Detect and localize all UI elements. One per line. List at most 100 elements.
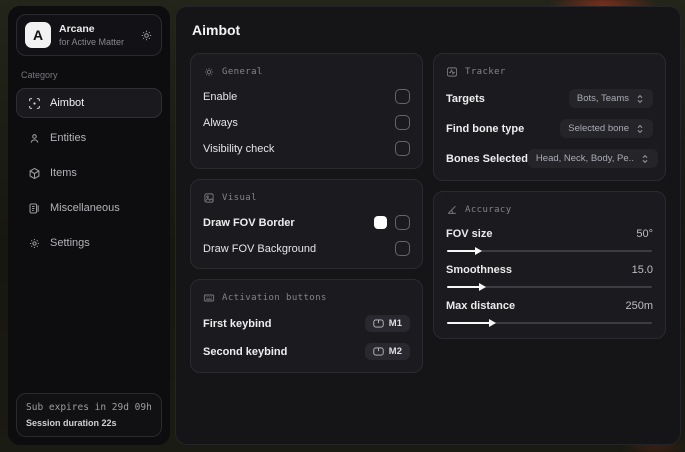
sun-icon [204, 67, 214, 77]
select-label: Bones Selected [446, 152, 528, 165]
sidebar-item-label: Settings [50, 237, 90, 249]
keybind-label: Second keybind [203, 345, 288, 358]
activation-card: Activation buttons First keybind M1 Seco… [190, 279, 423, 373]
sidebar-item-settings[interactable]: Settings [16, 228, 162, 258]
slider-group: FOV size 50° [446, 228, 653, 255]
fov-size-slider[interactable] [447, 246, 652, 255]
sub-expiry-text: Sub expires in 29d 09h [26, 402, 152, 413]
select-label: Targets [446, 92, 485, 105]
visual-card: Visual Draw FOV Border Draw FOV Backgrou… [190, 179, 423, 269]
visibility-check-checkbox[interactable] [395, 141, 410, 156]
chevron-up-down-icon [637, 94, 643, 103]
card-header-label: Activation buttons [222, 293, 327, 303]
card-header-label: General [222, 67, 263, 77]
slider-label: Smoothness [446, 264, 513, 276]
select-row: Targets Bots, Teams [446, 89, 653, 108]
angle-icon [447, 205, 456, 214]
sidebar-item-entities[interactable]: Entities [16, 123, 162, 153]
max-distance-slider[interactable] [447, 318, 652, 327]
slider-fill[interactable] [447, 282, 486, 291]
subscription-card: Sub expires in 29d 09h Session duration … [16, 393, 162, 437]
gear-icon[interactable] [140, 29, 153, 42]
card-header-label: Tracker [465, 67, 506, 77]
sidebar-item-label: Items [50, 167, 77, 179]
select-value: Head, Neck, Body, Pe.. [535, 153, 634, 164]
gear-icon [27, 236, 41, 250]
keybind-value: M1 [388, 318, 402, 329]
smoothness-slider[interactable] [447, 282, 652, 291]
tracker-card: Tracker Targets Bots, Teams Find bone ty… [433, 53, 666, 181]
brand-card: A Arcane for Active Matter [16, 14, 162, 56]
sidebar-item-aimbot[interactable]: Aimbot [16, 88, 162, 118]
slider-value: 50° [636, 228, 653, 240]
slider-value: 250m [625, 300, 653, 312]
brand-subtitle: for Active Matter [59, 37, 125, 47]
bones-selected-select[interactable]: Head, Neck, Body, Pe.. [527, 149, 658, 168]
toggle-label: Draw FOV Border [203, 216, 295, 229]
select-value: Selected bone [568, 123, 629, 134]
session-duration-text: Session duration 22s [26, 418, 117, 428]
keybind-label: First keybind [203, 317, 272, 330]
slider-label: FOV size [446, 228, 493, 240]
chevron-up-down-icon [637, 124, 643, 133]
category-label: Category [21, 70, 58, 80]
toggle-row: Enable [203, 89, 410, 104]
crosshair-icon [27, 96, 41, 110]
toggle-row: Visibility check [203, 141, 410, 156]
app-window: A Arcane for Active Matter Category Aimb… [8, 6, 681, 445]
slider-group: Smoothness 15.0 [446, 264, 653, 291]
toggle-label: Draw FOV Background [203, 242, 317, 255]
sidebar: A Arcane for Active Matter Category Aimb… [8, 6, 170, 445]
toggle-row: Always [203, 115, 410, 130]
select-value: Bots, Teams [576, 93, 629, 104]
game-background: A Arcane for Active Matter Category Aimb… [0, 0, 685, 452]
toggle-row: Draw FOV Background [203, 241, 410, 256]
sidebar-item-label: Aimbot [50, 97, 85, 109]
select-label: Find bone type [446, 122, 525, 135]
slider-group: Max distance 250m [446, 300, 653, 327]
keybind-row: First keybind M1 [203, 315, 410, 332]
main-panel: Aimbot General Enable Always Visibility … [175, 6, 681, 445]
sidebar-item-items[interactable]: Items [16, 158, 162, 188]
sidebar-item-label: Entities [50, 132, 87, 144]
fov-border-color-swatch[interactable] [374, 216, 387, 229]
find-bone-type-select[interactable]: Selected bone [560, 119, 653, 138]
slider-label: Max distance [446, 300, 516, 312]
activity-icon [447, 67, 457, 77]
chevron-up-down-icon [642, 154, 648, 163]
card-header-label: Accuracy [465, 205, 512, 215]
toggle-row: Draw FOV Border [203, 215, 410, 230]
cube-icon [27, 166, 41, 180]
slider-value: 15.0 [631, 264, 653, 276]
targets-select[interactable]: Bots, Teams [568, 89, 653, 108]
accuracy-card: Accuracy FOV size 50° Smoothness 15.0 Ma… [433, 191, 666, 339]
second-keybind-button[interactable]: M2 [364, 343, 410, 360]
mouse-icon [373, 319, 384, 328]
keybind-row: Second keybind M2 [203, 343, 410, 360]
list-icon [27, 201, 41, 215]
always-checkbox[interactable] [395, 115, 410, 130]
sidebar-item-label: Miscellaneous [50, 202, 120, 214]
sidebar-nav: Aimbot Entities Items Miscellaneous Sett… [16, 88, 162, 263]
first-keybind-button[interactable]: M1 [364, 315, 410, 332]
toggle-label: Always [203, 116, 238, 129]
page-title: Aimbot [192, 22, 241, 38]
card-header-label: Visual [222, 193, 257, 203]
toggle-label: Visibility check [203, 142, 275, 155]
general-card: General Enable Always Visibility check [190, 53, 423, 169]
slider-fill[interactable] [447, 246, 482, 255]
draw-fov-background-checkbox[interactable] [395, 241, 410, 256]
brand-logo: A [25, 22, 51, 48]
image-icon [204, 193, 214, 203]
draw-fov-border-checkbox[interactable] [395, 215, 410, 230]
keyboard-icon [203, 294, 215, 302]
mouse-icon [373, 347, 384, 356]
select-row: Find bone type Selected bone [446, 119, 653, 138]
toggle-label: Enable [203, 90, 238, 103]
select-row: Bones Selected Head, Neck, Body, Pe.. [446, 149, 658, 168]
person-target-icon [27, 131, 41, 145]
brand-name: Arcane [59, 23, 95, 35]
enable-checkbox[interactable] [395, 89, 410, 104]
slider-fill[interactable] [447, 318, 497, 327]
sidebar-item-miscellaneous[interactable]: Miscellaneous [16, 193, 162, 223]
